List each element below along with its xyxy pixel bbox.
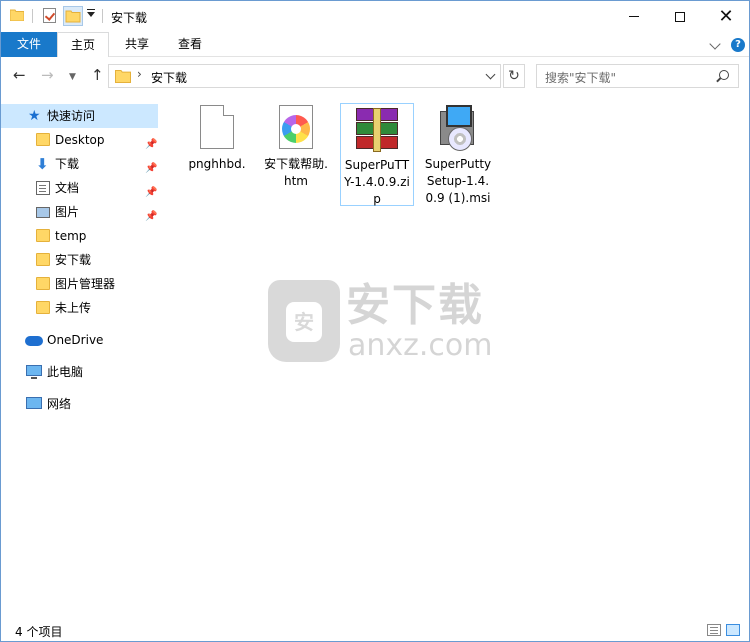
search-icon[interactable] — [719, 70, 729, 80]
toolbar-separator — [102, 9, 103, 23]
sidebar-item-downloads[interactable]: ⬇ 下载 📌 — [1, 152, 158, 176]
watermark-text-en: anxz.com — [348, 328, 493, 363]
sidebar-item-anxz[interactable]: 安下载 — [1, 248, 158, 272]
close-icon: ✕ — [718, 6, 734, 27]
file-item[interactable]: pnghhbd. — [180, 103, 254, 206]
details-view-icon[interactable] — [707, 624, 721, 636]
file-item[interactable]: SuperPuttySetup-1.4.0.9 (1).msi — [421, 103, 495, 206]
sidebar-item-label: 下载 — [55, 157, 80, 171]
watermark: 安 安下载 anxz.com — [268, 280, 493, 362]
document-icon — [36, 181, 50, 195]
folder-icon — [36, 301, 50, 314]
up-button[interactable]: ↑ — [91, 67, 104, 83]
sidebar-item-quick-access[interactable]: ★ 快速访问 — [1, 104, 158, 128]
forward-button[interactable]: → — [41, 67, 54, 83]
folder-icon — [115, 70, 131, 83]
sidebar-item-not-uploaded[interactable]: 未上传 — [1, 296, 158, 320]
sidebar-item-temp[interactable]: temp — [1, 224, 158, 248]
expand-ribbon-icon[interactable] — [709, 38, 721, 50]
folder-icon — [36, 253, 50, 266]
address-dropdown-icon[interactable] — [485, 69, 496, 80]
toolbar-separator — [32, 9, 33, 23]
maximize-button[interactable] — [657, 1, 703, 32]
status-bar: 4 个项目 — [1, 619, 749, 641]
maximize-icon — [675, 11, 685, 22]
refresh-button[interactable]: ↻ — [503, 64, 525, 88]
sidebar-item-label: OneDrive — [47, 333, 104, 347]
shield-logo-icon: 安 — [268, 280, 340, 362]
item-count: 4 个项目 — [15, 625, 63, 639]
new-folder-icon[interactable] — [63, 6, 83, 26]
file-item[interactable]: 安下载帮助.htm — [259, 103, 333, 206]
sidebar-item-label: 快速访问 — [47, 109, 96, 123]
msi-installer-icon — [434, 105, 482, 153]
window-title: 安下载 — [111, 11, 148, 25]
minimize-button[interactable] — [611, 1, 657, 32]
ribbon-tabs: 文件 主页 共享 查看 ? — [1, 32, 749, 58]
properties-icon[interactable] — [43, 8, 56, 23]
folder-icon — [36, 133, 50, 146]
picture-icon — [36, 207, 50, 218]
quick-access-dropdown-icon[interactable] — [87, 9, 95, 17]
sidebar-item-pictures[interactable]: 图片 📌 — [1, 200, 158, 224]
sidebar-item-label: 图片管理器 — [55, 277, 116, 291]
computer-icon — [26, 365, 42, 379]
help-icon[interactable]: ? — [731, 38, 745, 52]
folder-icon — [36, 277, 50, 290]
tab-home[interactable]: 主页 — [57, 32, 109, 58]
search-placeholder: 搜索"安下载" — [545, 71, 617, 85]
blank-file-icon — [193, 105, 241, 153]
star-icon: ★ — [28, 108, 41, 124]
sidebar-item-label: Desktop — [55, 133, 105, 147]
watermark-shield-glyph: 安 — [286, 302, 322, 342]
sidebar-item-label: 未上传 — [55, 301, 92, 315]
minimize-icon — [629, 16, 639, 17]
folder-icon — [10, 9, 24, 21]
sidebar-item-onedrive[interactable]: OneDrive — [1, 328, 158, 352]
folder-icon — [36, 229, 50, 242]
network-icon — [26, 397, 42, 409]
sidebar-item-label: 图片 — [55, 205, 80, 219]
large-icons-view-icon[interactable] — [726, 624, 740, 636]
address-bar[interactable]: › 安下载 — [108, 64, 501, 88]
sidebar-item-label: 网络 — [47, 397, 72, 411]
navigation-pane: ★ 快速访问 Desktop 📌 ⬇ 下载 📌 文档 📌 图片 📌 temp 安… — [1, 95, 161, 619]
search-input[interactable]: 搜索"安下载" — [536, 64, 739, 88]
watermark-text-cn: 安下载 — [346, 280, 484, 331]
file-name: pnghhbd. — [188, 157, 246, 171]
close-button[interactable]: ✕ — [703, 1, 749, 32]
file-name: SuperPuttySetup-1.4.0.9 (1).msi — [424, 157, 492, 205]
sidebar-item-this-pc[interactable]: 此电脑 — [1, 360, 158, 384]
explorer-window: 安下载 ✕ 文件 主页 共享 查看 ? ← → ▼ ↑ › 安下载 ↻ 搜索"安… — [0, 0, 750, 642]
navigation-bar: ← → ▼ ↑ › 安下载 ↻ 搜索"安下载" — [1, 57, 749, 95]
breadcrumb-current[interactable]: 安下载 — [151, 69, 187, 86]
sidebar-item-network[interactable]: 网络 — [1, 392, 158, 416]
breadcrumb-separator: › — [137, 67, 142, 81]
title-bar: 安下载 ✕ — [1, 1, 749, 32]
back-button[interactable]: ← — [13, 67, 26, 83]
sidebar-item-documents[interactable]: 文档 📌 — [1, 176, 158, 200]
file-item[interactable]: SuperPuTTY-1.4.0.9.zip — [340, 103, 414, 206]
recent-locations-icon[interactable]: ▼ — [69, 69, 76, 85]
sidebar-item-label: 安下载 — [55, 253, 92, 267]
download-icon: ⬇ — [36, 155, 49, 173]
file-name: 安下载帮助.htm — [264, 157, 328, 188]
tab-view[interactable]: 查看 — [165, 32, 215, 57]
onedrive-cloud-icon — [25, 336, 43, 346]
sidebar-item-desktop[interactable]: Desktop 📌 — [1, 128, 158, 152]
sidebar-item-label: 文档 — [55, 181, 80, 195]
tab-file[interactable]: 文件 — [1, 32, 57, 57]
winrar-archive-icon — [353, 106, 401, 154]
file-name: SuperPuTTY-1.4.0.9.zip — [344, 158, 410, 206]
sidebar-item-picture-manager[interactable]: 图片管理器 — [1, 272, 158, 296]
sidebar-item-label: temp — [55, 229, 87, 243]
tab-share[interactable]: 共享 — [113, 32, 161, 57]
htm-file-icon — [272, 105, 320, 153]
sidebar-item-label: 此电脑 — [47, 365, 84, 379]
